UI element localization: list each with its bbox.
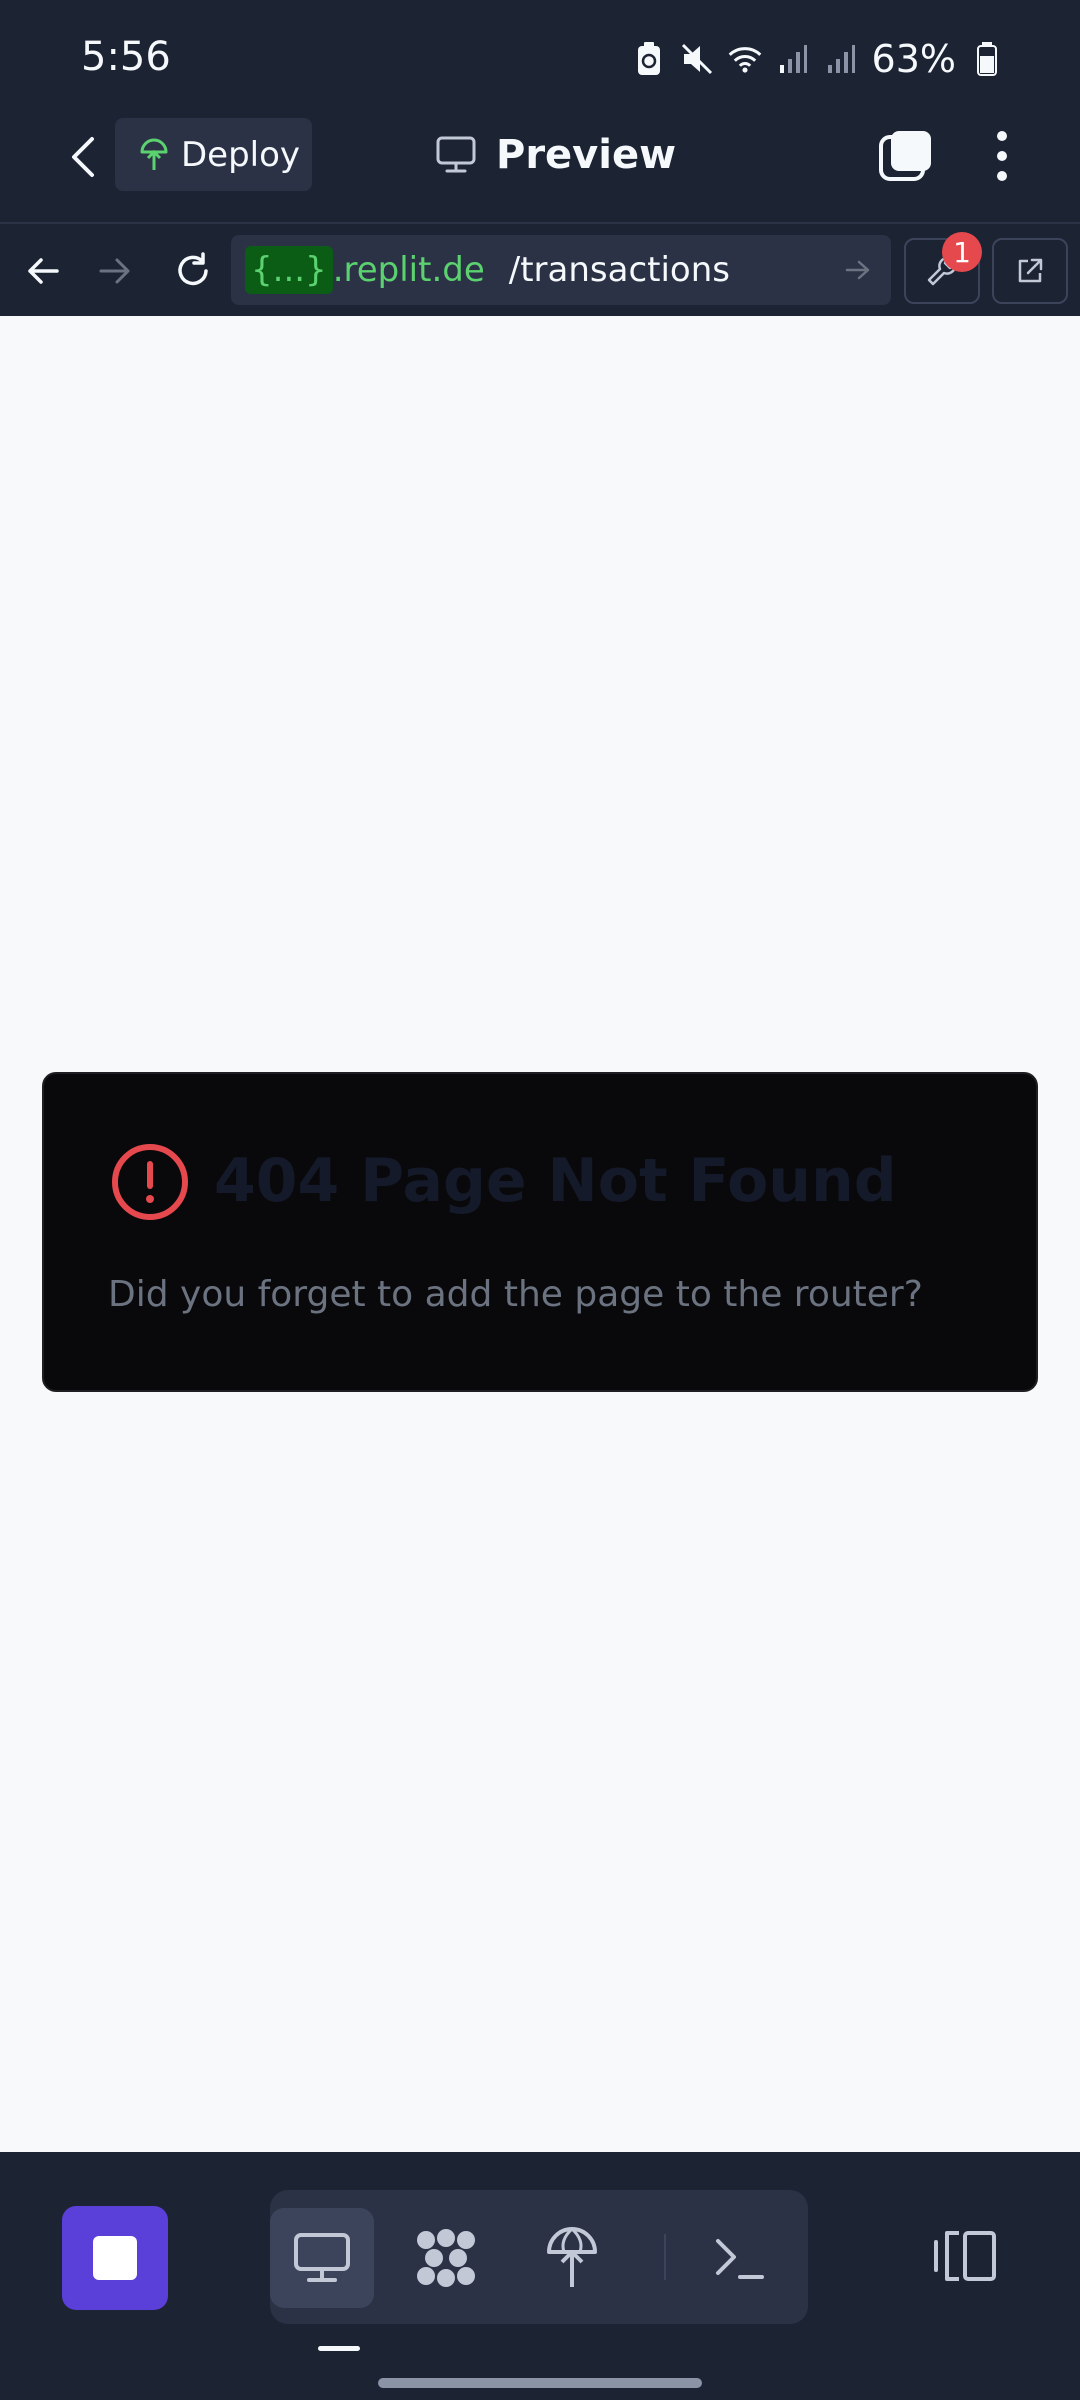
error-message: Did you forget to add the page to the ro… [108,1274,923,1315]
tool-deploy[interactable] [520,2208,624,2308]
monitor-icon [436,136,476,173]
home-indicator[interactable] [378,2378,702,2388]
deploy-button[interactable]: Deploy [115,118,312,191]
toolbar-separator [664,2234,666,2280]
arrow-right-icon [99,258,130,284]
webview: 404 Page Not Found Did you forget to add… [0,316,1080,2152]
open-in-new-tab-button[interactable] [992,238,1068,304]
mute-icon [680,39,714,79]
error-card: 404 Page Not Found Did you forget to add… [42,1072,1038,1392]
devtools-badge: 1 [942,232,982,272]
reload-button[interactable] [166,244,220,298]
signal-icon [824,39,858,79]
battery-icon [970,39,1004,79]
status-icons: 63% [632,34,1004,84]
split-layout-icon [934,2231,996,2281]
shell-icon [716,2239,764,2279]
browser-forward-button[interactable] [90,246,140,296]
agent-icon [417,2229,475,2287]
tool-preview[interactable] [270,2208,374,2308]
tool-shell[interactable] [688,2208,792,2308]
wifi-icon [728,39,762,79]
status-time: 5:56 [81,34,171,80]
tool-agent[interactable] [394,2208,498,2308]
arrow-right-icon [845,260,870,280]
deploy-icon [547,2227,597,2287]
tabs-button[interactable] [878,128,934,184]
signal-icon [776,39,810,79]
url-field[interactable]: {...} .replit.de /transactions [231,235,891,305]
layout-toggle-button[interactable] [930,2228,1000,2284]
tabs-icon [879,131,931,181]
bottom-toolbar [0,2152,1080,2400]
reload-icon [178,252,208,286]
deploy-icon [140,138,168,170]
url-host: .replit.de [332,250,485,290]
chevron-left-icon [72,137,94,177]
external-link-icon [1018,258,1043,283]
url-host-token: {...} [245,246,333,294]
stop-button[interactable] [62,2206,168,2310]
status-bar: 5:56 63% [0,0,1080,118]
url-bar-row: {...} .replit.de /transactions [0,224,1080,316]
url-path: /transactions [508,250,730,290]
battery-percent: 63% [871,37,956,81]
more-vertical-icon [997,131,1007,181]
battery-saver-icon [632,39,666,79]
url-go-button[interactable] [841,253,875,287]
preview-title: Preview [436,130,676,180]
alert-circle-icon [112,1144,188,1220]
browser-back-button[interactable] [18,246,68,296]
stop-icon [93,2236,137,2280]
tool-group [270,2190,808,2324]
page-title: Preview [496,132,677,178]
error-title: 404 Page Not Found [214,1146,897,1216]
active-tool-indicator [318,2346,360,2351]
back-button[interactable] [48,122,118,192]
arrow-left-icon [28,258,59,284]
more-options-button[interactable] [982,126,1022,186]
preview-monitor-icon [294,2233,350,2282]
deploy-label: Deploy [181,134,301,175]
